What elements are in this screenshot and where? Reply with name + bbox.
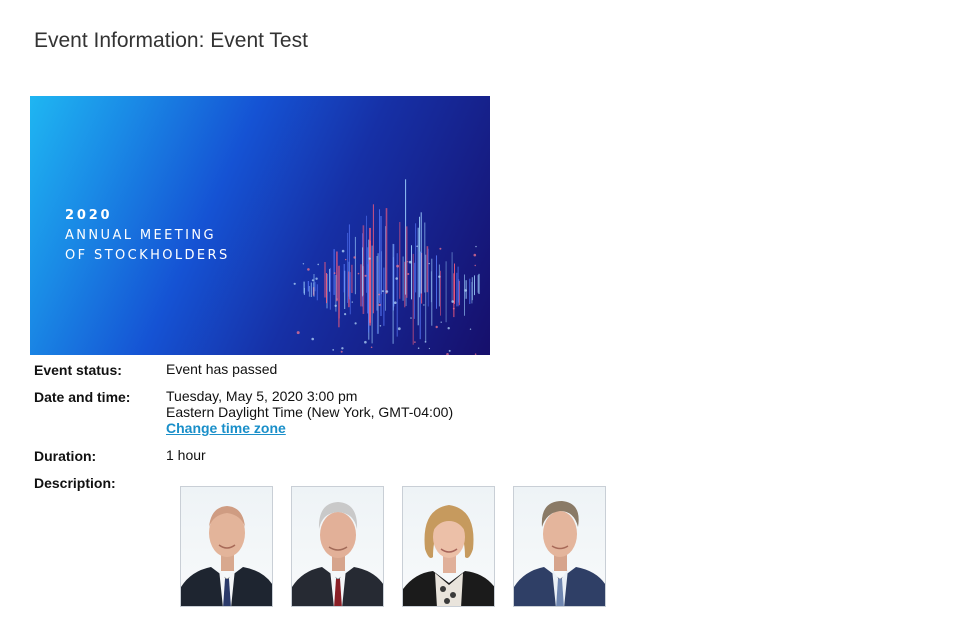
event-banner-image: 2020 ANNUAL MEETING OF STOCKHOLDERS — [30, 96, 490, 355]
duration-value: 1 hour — [166, 447, 206, 463]
date-time-line-2: Eastern Daylight Time (New York, GMT-04:… — [166, 404, 454, 420]
speaker-photo-3 — [402, 486, 495, 607]
banner-text: 2020 ANNUAL MEETING OF STOCKHOLDERS — [65, 206, 230, 266]
speaker-photo-2 — [291, 486, 384, 607]
date-time-value: Tuesday, May 5, 2020 3:00 pm Eastern Day… — [166, 388, 453, 436]
speaker-photo-4 — [513, 486, 606, 607]
page-title: Event Information: Event Test — [34, 29, 308, 52]
date-time-line-1: Tuesday, May 5, 2020 3:00 pm — [166, 388, 358, 404]
change-time-zone-link[interactable]: Change time zone — [166, 420, 286, 436]
event-status-label: Event status: — [34, 362, 122, 378]
banner-line-1: ANNUAL MEETING — [65, 228, 216, 243]
speaker-photos — [180, 486, 606, 607]
date-time-label: Date and time: — [34, 389, 131, 405]
duration-label: Duration: — [34, 448, 97, 464]
description-label: Description: — [34, 475, 116, 491]
banner-year: 2020 — [65, 208, 113, 223]
speaker-photo-1 — [180, 486, 273, 607]
banner-line-2: OF STOCKHOLDERS — [65, 248, 230, 263]
event-status-value: Event has passed — [166, 361, 278, 377]
